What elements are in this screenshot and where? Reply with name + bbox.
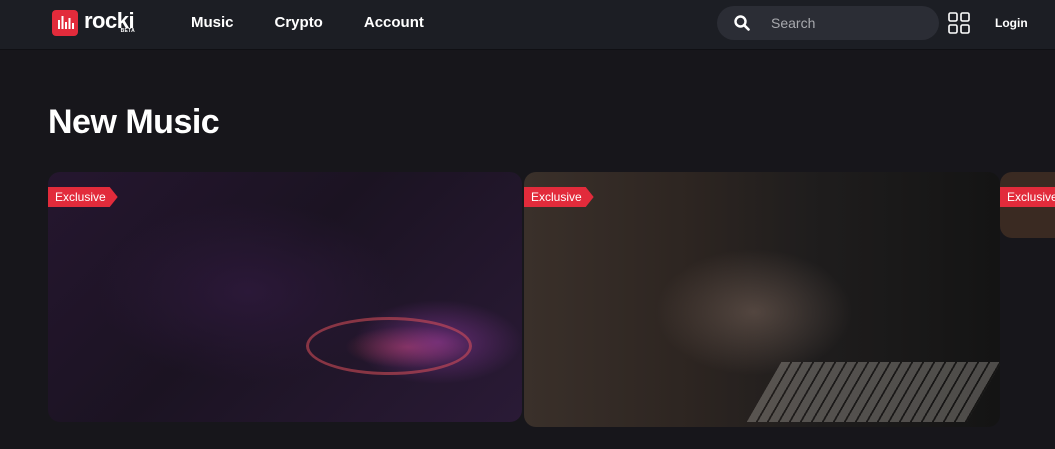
dj-deck-image: [306, 317, 472, 375]
login-link[interactable]: Login: [995, 16, 1028, 30]
music-card-partial[interactable]: Exclusive: [1000, 172, 1055, 238]
music-card[interactable]: Exclusive: [48, 172, 522, 422]
brand-logo[interactable]: rocki BETA: [52, 8, 136, 38]
music-card[interactable]: Exclusive: [524, 172, 1000, 427]
search-input[interactable]: [771, 6, 931, 40]
exclusive-badge: Exclusive: [48, 187, 118, 207]
search-bar: [717, 6, 939, 40]
grid-icon[interactable]: [948, 12, 970, 34]
main-nav: Music Crypto Account: [191, 14, 465, 31]
exclusive-badge: Exclusive: [524, 187, 594, 207]
nav-item-account[interactable]: Account: [364, 14, 424, 31]
exclusive-badge: Exclusive: [1000, 187, 1055, 207]
piano-image: [746, 362, 1000, 422]
top-navigation-bar: rocki BETA Music Crypto Account Login: [0, 0, 1055, 50]
beta-label: BETA: [120, 28, 136, 34]
search-icon[interactable]: [734, 15, 750, 36]
section-title: New Music: [48, 103, 220, 141]
nav-item-crypto[interactable]: Crypto: [275, 14, 323, 31]
equalizer-icon: [52, 10, 78, 36]
nav-item-music[interactable]: Music: [191, 14, 234, 31]
